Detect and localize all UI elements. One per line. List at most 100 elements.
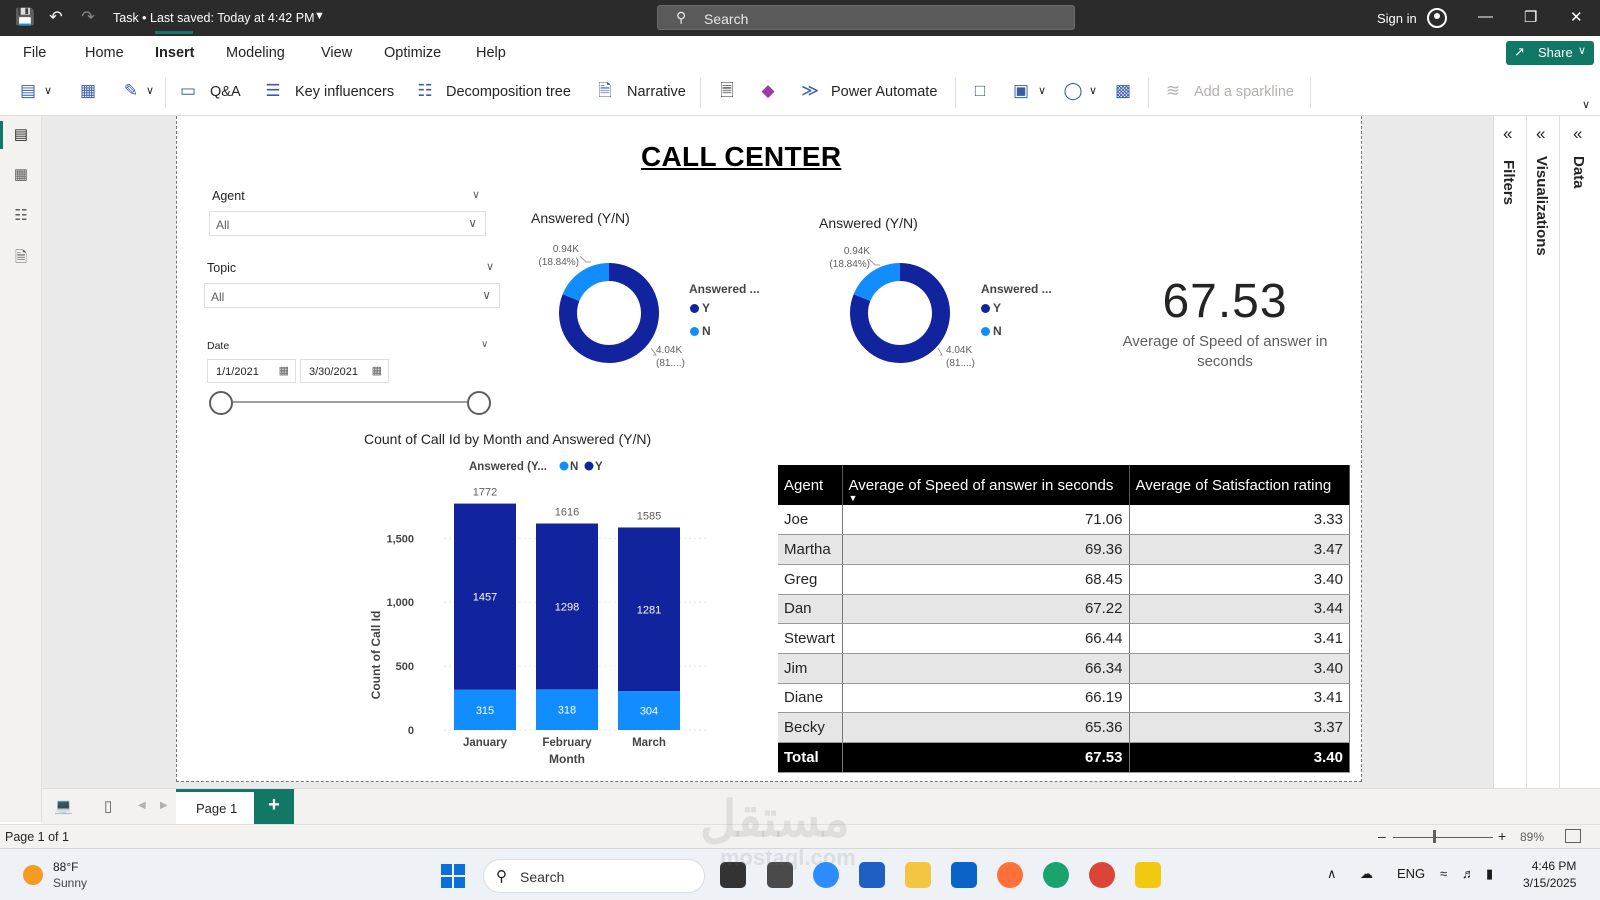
power-bi-icon[interactable] [1135,862,1161,888]
menu-home[interactable]: Home [85,45,124,61]
clock[interactable]: 4:46 PM 3/15/2025 [1523,858,1576,892]
chevron-down-icon[interactable]: ∨ [1083,81,1103,101]
restore-icon[interactable]: ❐ [1524,8,1537,26]
chevron-down-icon[interactable]: ∨ [38,81,58,101]
expand-filters-icon[interactable]: « [1503,124,1512,144]
calendar-icon[interactable]: ▦ [279,364,289,377]
menu-help[interactable]: Help [476,45,506,61]
share-button[interactable]: ↗ Share ∨ [1506,41,1594,65]
page-tab-1[interactable]: Page 1 [176,789,254,824]
desktop-view-icon[interactable]: 💻 [54,797,73,815]
sun-icon[interactable] [23,865,43,885]
network-off-icon[interactable]: ☁ [1360,866,1373,882]
data-pane-label[interactable]: Data [1570,156,1587,189]
text-box-icon[interactable]: ▦ [78,81,98,101]
bar-legend-dot-n[interactable] [559,461,569,471]
date-range-end-handle[interactable] [467,391,491,415]
menu-insert[interactable]: Insert [155,45,195,61]
donut2-chart[interactable] [845,258,955,368]
table-row[interactable]: Stewart 66.44 3.41 [778,623,1350,654]
donut1-legend-y[interactable]: Y [690,301,710,315]
chevron-down-icon[interactable]: ∨ [140,81,160,101]
sign-in-link[interactable]: Sign in [1377,11,1417,26]
narrative-button[interactable]: Narrative [627,84,686,100]
table-row[interactable]: Becky 65.36 3.37 [778,712,1350,743]
narrative-icon[interactable]: 🗎 [595,81,615,101]
menu-modeling[interactable]: Modeling [226,45,285,61]
donut1-slice-n[interactable] [562,263,610,302]
chevron-up-icon[interactable]: ∧ [1327,866,1337,882]
dax-query-icon[interactable]: 🗎 [11,247,31,267]
account-icon[interactable] [1427,8,1447,28]
weather-desc[interactable]: Sunny [53,876,87,890]
table-row[interactable]: Greg 68.45 3.40 [778,564,1350,595]
qa-button[interactable]: Q&A [210,84,241,100]
more-visuals-icon[interactable]: ✎ [121,81,141,101]
outlook-icon[interactable] [951,862,977,888]
agent-table[interactable]: Agent Average of Speed of answer in seco… [778,465,1350,773]
model-view-icon[interactable]: ☷ [11,206,31,226]
bar-legend-dot-y[interactable] [584,461,594,471]
table-row[interactable]: Jim 66.34 3.40 [778,653,1350,684]
table-row[interactable]: Dan 67.22 3.44 [778,594,1350,625]
redo-icon[interactable]: ↷ [78,8,98,28]
power-automate-icon[interactable]: ≫ [800,81,820,101]
power-apps-icon[interactable]: ◆ [758,81,778,101]
column-header-agent[interactable]: Agent [778,465,843,505]
date-range-start-handle[interactable] [209,391,233,415]
zoom-slider-thumb[interactable] [1433,830,1436,843]
mobile-view-icon[interactable]: ▯ [104,797,112,815]
windows-start-icon[interactable] [441,864,465,888]
expand-visualizations-icon[interactable]: « [1536,124,1545,144]
minimize-icon[interactable]: — [1478,8,1493,25]
document-title[interactable]: Task • Last saved: Today at 4:42 PM [113,11,314,25]
chevron-down-icon[interactable]: ▼ [314,10,325,22]
language-indicator[interactable]: ENG [1397,866,1425,881]
zoom-slider[interactable] [1393,837,1493,838]
text-box-icon[interactable]: □ [970,81,990,101]
key-influencers-icon[interactable]: ☰ [263,81,283,101]
wifi-icon[interactable]: ≈ [1440,866,1447,881]
filters-pane-label[interactable]: Filters [1500,160,1517,205]
column-header-satisfaction[interactable]: Average of Satisfaction rating [1129,465,1350,505]
agent-slicer-dropdown[interactable]: All ∨ [209,211,486,236]
decomposition-tree-icon[interactable]: ☷ [415,81,435,101]
menu-view[interactable]: View [321,45,352,61]
chevron-down-icon[interactable]: ∨ [481,339,488,350]
donut2-slice-n[interactable] [853,263,901,302]
add-page-button[interactable]: + [254,789,294,824]
bar-legend-label-n[interactable]: N [570,461,578,473]
date-end-input[interactable]: 3/30/2021 ▦ [300,359,389,383]
weather-temp[interactable]: 88°F [53,860,78,874]
chrome-icon[interactable] [1089,862,1115,888]
paginated-report-icon[interactable]: 🗏 [717,81,737,101]
donut2-legend-n[interactable]: N [981,324,1002,338]
key-influencers-button[interactable]: Key influencers [295,84,394,100]
store-icon[interactable] [859,862,885,888]
qa-icon[interactable]: ▭ [178,81,198,101]
zoom-out-button[interactable]: – [1378,828,1386,844]
fit-to-page-icon[interactable] [1565,829,1581,843]
report-view-icon[interactable]: ▤ [11,125,31,145]
date-range-track[interactable] [221,401,479,403]
file-explorer-icon[interactable] [905,862,931,888]
close-icon[interactable]: ✕ [1570,8,1583,26]
visualizations-pane-label[interactable]: Visualizations [1533,156,1550,256]
next-page-icon[interactable]: ▶ [160,800,168,811]
expand-data-icon[interactable]: « [1573,124,1582,144]
table-view-icon[interactable]: ▦ [11,165,31,185]
save-icon[interactable]: 💾 [15,8,35,28]
kpi-value[interactable]: 67.53 [1160,274,1290,329]
image-icon[interactable]: ▩ [1113,81,1133,101]
previous-page-icon[interactable]: ◀ [138,800,146,811]
column-header-speed[interactable]: Average of Speed of answer in seconds ▼ [842,465,1130,505]
donut1-legend-n[interactable]: N [690,324,711,338]
edge-icon[interactable] [1043,862,1069,888]
menu-file[interactable]: File [23,45,46,61]
zoom-in-button[interactable]: + [1498,828,1506,844]
decomposition-tree-button[interactable]: Decomposition tree [446,84,571,100]
menu-optimize[interactable]: Optimize [384,45,441,61]
donut2-legend-y[interactable]: Y [981,301,1001,315]
chevron-down-icon[interactable]: ∨ [472,188,480,201]
battery-icon[interactable]: ▮ [1486,866,1493,882]
